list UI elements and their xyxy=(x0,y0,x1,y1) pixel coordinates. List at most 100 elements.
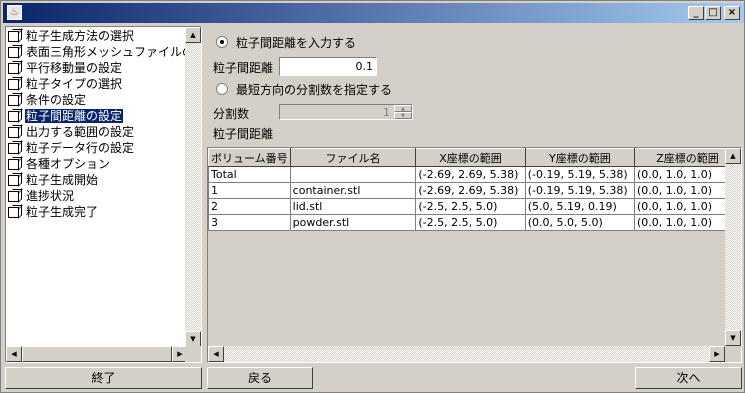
window-controls: _ □ × xyxy=(687,6,740,20)
scroll-corner xyxy=(725,346,741,362)
table-vertical-scrollbar[interactable]: ▲ ▼ xyxy=(725,148,741,346)
maximize-button[interactable]: □ xyxy=(705,6,721,20)
java-cup-icon[interactable]: ♨ xyxy=(7,5,22,20)
tree-item[interactable]: 条件の設定 xyxy=(6,92,188,108)
leaf-node-icon xyxy=(8,143,19,154)
column-header[interactable]: ボリューム番号 xyxy=(208,148,291,167)
tree-item-label: 平行移動量の設定 xyxy=(26,61,123,75)
settings-panel: 粒子間距離を入力する 粒子間距離 最短方向の分割数を指定する 分割数 1 ▲ ▼… xyxy=(206,26,742,363)
tree-item-label: 表面三角形メッシュファイルの選択 xyxy=(26,45,188,59)
tree-item[interactable]: 平行移動量の設定 xyxy=(6,60,188,76)
table-cell[interactable]: (-2.5, 2.5, 5.0) xyxy=(415,214,526,231)
tree-item-label: 各種オプション xyxy=(26,157,111,171)
tree-item[interactable]: 各種オプション xyxy=(6,156,188,172)
table-horizontal-scrollbar[interactable]: ◀ ▶ xyxy=(208,346,725,362)
tree-item-label: 粒子間距離の設定 xyxy=(23,108,125,124)
table-cell[interactable]: (-2.69, 2.69, 5.38) xyxy=(415,166,526,183)
tree-item[interactable]: 出力する範囲の設定 xyxy=(6,124,188,140)
scroll-down-icon[interactable]: ▼ xyxy=(725,330,741,346)
table-cell[interactable]: container.stl xyxy=(289,182,417,199)
leaf-node-icon xyxy=(8,159,19,170)
tree-item[interactable]: 粒子データ行の設定 xyxy=(6,140,188,156)
next-button[interactable]: 次へ xyxy=(635,367,742,389)
distance-input[interactable] xyxy=(279,57,377,76)
divisions-label: 分割数 xyxy=(213,107,250,121)
column-header[interactable]: Y座標の範囲 xyxy=(524,148,636,167)
table-cell[interactable]: 1 xyxy=(208,182,291,199)
step-tree: 粒子生成方法の選択表面三角形メッシュファイルの選択平行移動量の設定粒子タイプの選… xyxy=(6,27,188,347)
radio-unchecked-icon[interactable] xyxy=(216,83,228,95)
table-cell[interactable]: (-2.69, 2.69, 5.38) xyxy=(415,182,526,199)
scroll-up-icon[interactable]: ▲ xyxy=(725,148,741,164)
tree-item[interactable]: 粒子生成完了 xyxy=(6,204,188,220)
title-bar[interactable]: ♨ _ □ × xyxy=(3,3,744,23)
leaf-node-icon xyxy=(8,79,19,90)
tree-item-label: 出力する範囲の設定 xyxy=(26,125,135,139)
tree-item-label: 粒子生成完了 xyxy=(26,205,99,219)
table-row[interactable]: 1 container.stl (-2.69, 2.69, 5.38) (-0.19,… xyxy=(208,182,741,199)
tree-item-label: 進捗状況 xyxy=(26,189,75,203)
table-cell[interactable]: powder.stl xyxy=(289,214,417,231)
tree-item[interactable]: 粒子生成方法の選択 xyxy=(6,28,188,44)
radio-divisions[interactable]: 最短方向の分割数を指定する xyxy=(216,81,392,97)
table-cell[interactable]: lid.stl xyxy=(289,198,417,215)
tree-item[interactable]: 粒子タイプの選択 xyxy=(6,76,188,92)
tree-item[interactable]: 粒子生成開始 xyxy=(6,172,188,188)
table-cell[interactable]: 3 xyxy=(208,214,291,231)
scroll-down-icon[interactable]: ▼ xyxy=(185,331,201,347)
spinner-up-icon[interactable]: ▲ xyxy=(394,105,412,112)
tree-vertical-scrollbar[interactable]: ▲ ▼ xyxy=(185,27,201,347)
volume-table: ボリューム番号 ファイル名 X座標の範囲 Y座標の範囲 Z座標の範囲 Total (-2.… xyxy=(208,148,741,231)
volume-table-container: ボリューム番号 ファイル名 X座標の範囲 Y座標の範囲 Z座標の範囲 Total (-2.… xyxy=(207,147,742,363)
close-button[interactable]: × xyxy=(724,6,740,20)
radio-checked-icon[interactable] xyxy=(216,36,228,48)
distance-label: 粒子間距離 xyxy=(213,61,274,75)
table-cell[interactable]: 2 xyxy=(208,198,291,215)
radio-input-distance[interactable]: 粒子間距離を入力する xyxy=(216,34,356,50)
minimize-button[interactable]: _ xyxy=(688,6,704,20)
scroll-thumb[interactable] xyxy=(22,346,172,362)
column-header[interactable]: ファイル名 xyxy=(289,148,417,167)
leaf-node-icon xyxy=(8,191,19,202)
back-button[interactable]: 戻る xyxy=(207,367,313,389)
tree-item-label: 条件の設定 xyxy=(26,93,87,107)
scroll-right-icon[interactable]: ▶ xyxy=(709,346,725,362)
column-header[interactable]: X座標の範囲 xyxy=(415,148,526,167)
scroll-corner xyxy=(185,346,201,362)
leaf-node-icon xyxy=(8,47,19,58)
leaf-node-icon xyxy=(8,127,19,138)
app-window: ♨ _ □ × 粒子生成方法の選択表面三角形メッシュファイルの選択平行移動量の設… xyxy=(0,0,745,393)
leaf-node-icon xyxy=(8,207,19,218)
divisions-spinner[interactable]: 1 ▲ ▼ xyxy=(279,104,413,120)
spinner-down-icon[interactable]: ▼ xyxy=(394,112,412,119)
scroll-left-icon[interactable]: ◀ xyxy=(208,346,224,362)
leaf-node-icon xyxy=(8,111,19,122)
table-cell[interactable] xyxy=(289,166,417,183)
table-caption: 粒子間距離 xyxy=(213,127,274,141)
scroll-up-icon[interactable]: ▲ xyxy=(185,27,201,43)
leaf-node-icon xyxy=(8,31,19,42)
table-row[interactable]: 2 lid.stl (-2.5, 2.5, 5.0) (5.0, 5.19, 0.19… xyxy=(208,198,741,215)
tree-item[interactable]: 進捗状況 xyxy=(6,188,188,204)
tree-item-label: 粒子タイプの選択 xyxy=(26,77,123,91)
table-cell[interactable]: (-0.19, 5.19, 5.38) xyxy=(524,166,636,183)
tree-item[interactable]: 粒子間距離の設定 xyxy=(6,108,188,124)
step-tree-panel: 粒子生成方法の選択表面三角形メッシュファイルの選択平行移動量の設定粒子タイプの選… xyxy=(5,26,202,363)
tree-item[interactable]: 表面三角形メッシュファイルの選択 xyxy=(6,44,188,60)
table-row[interactable]: Total (-2.69, 2.69, 5.38) (-0.19, 5.19, 5.… xyxy=(208,166,741,183)
table-cell[interactable]: (-2.5, 2.5, 5.0) xyxy=(415,198,526,215)
tree-item-label: 粒子データ行の設定 xyxy=(26,141,135,155)
scroll-left-icon[interactable]: ◀ xyxy=(6,346,22,362)
table-cell[interactable]: Total xyxy=(208,166,291,183)
table-cell[interactable]: (-0.19, 5.19, 5.38) xyxy=(524,182,636,199)
finish-button[interactable]: 終了 xyxy=(5,367,202,389)
leaf-node-icon xyxy=(8,175,19,186)
leaf-node-icon xyxy=(8,95,19,106)
table-cell[interactable]: (0.0, 5.0, 5.0) xyxy=(524,214,636,231)
radio-input-distance-label: 粒子間距離を入力する xyxy=(236,35,357,50)
divisions-value: 1 xyxy=(383,106,390,119)
tree-item-label: 粒子生成方法の選択 xyxy=(26,29,135,43)
table-row[interactable]: 3 powder.stl (-2.5, 2.5, 5.0) (0.0, 5.0, 5.… xyxy=(208,214,741,231)
tree-horizontal-scrollbar[interactable]: ◀ ▶ xyxy=(6,346,188,362)
table-cell[interactable]: (5.0, 5.19, 0.19) xyxy=(524,198,636,215)
